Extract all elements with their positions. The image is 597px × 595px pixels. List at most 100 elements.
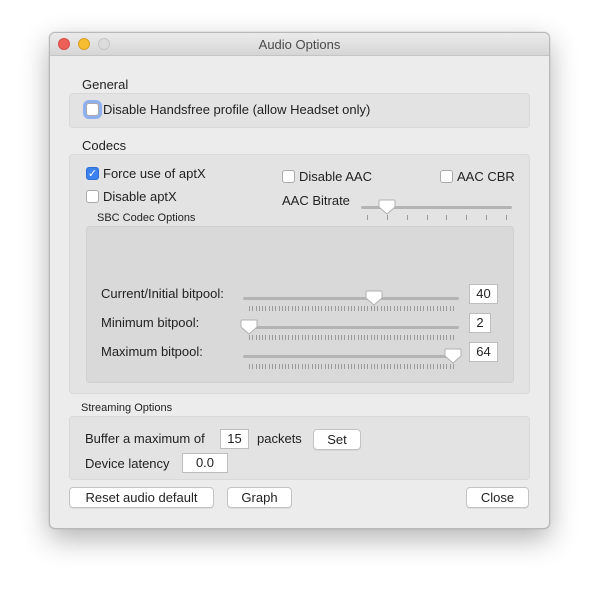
sbc-section-label: SBC Codec Options (97, 212, 196, 224)
slider-tick (311, 364, 313, 369)
slider-tick (331, 306, 333, 311)
slider-tick (272, 364, 274, 369)
slider-tick (268, 364, 270, 369)
aac-bitrate-label: AAC Bitrate (282, 193, 350, 208)
slider-tick (374, 364, 376, 369)
slider-track (243, 355, 459, 358)
slider-tick (347, 364, 349, 369)
slider-tick (324, 364, 326, 369)
slider-tick (285, 364, 287, 369)
bitpool-value-field[interactable]: 40 (469, 284, 498, 304)
disable-aptx-label: Disable aptX (103, 189, 177, 204)
bitpool-slider[interactable] (240, 319, 459, 343)
streaming-section-label: Streaming Options (81, 402, 173, 414)
slider-tick (374, 306, 376, 311)
slider-tick (354, 364, 356, 369)
slider-tick (304, 335, 306, 340)
title-bar[interactable]: Audio Options (50, 33, 549, 56)
checkbox-icon[interactable]: ✓ (86, 167, 99, 180)
slider-tick (380, 364, 382, 369)
slider-tick (423, 335, 425, 340)
slider-tick (295, 306, 297, 311)
slider-tick (327, 306, 329, 311)
slider-tick (278, 335, 280, 340)
slider-tick (295, 335, 297, 340)
bitpool-value-field[interactable]: 64 (469, 342, 498, 362)
slider-tick (258, 364, 260, 369)
slider-tick (265, 335, 267, 340)
slider-ticks (249, 335, 454, 340)
slider-tick (400, 364, 402, 369)
bitpool-value-field[interactable]: 2 (469, 313, 491, 333)
slider-tick (281, 364, 283, 369)
window-title: Audio Options (258, 37, 341, 52)
slider-tick (406, 306, 408, 311)
slider-tick (400, 335, 402, 340)
slider-tick (285, 335, 287, 340)
aac-cbr-checkbox[interactable]: AAC CBR (440, 169, 515, 184)
slider-tick (390, 306, 392, 311)
slider-tick (390, 364, 392, 369)
device-latency-field[interactable]: 0.0 (182, 453, 228, 473)
aac-bitrate-slider[interactable] (361, 199, 512, 223)
slider-tick (364, 364, 366, 369)
slider-tick (364, 306, 366, 311)
checkbox-icon[interactable] (86, 190, 99, 203)
slider-tick (466, 215, 468, 220)
force-aptx-checkbox[interactable]: ✓ Force use of aptX (86, 166, 206, 181)
bitpool-slider[interactable] (243, 290, 459, 314)
slider-tick (291, 306, 293, 311)
slider-tick (386, 215, 388, 220)
slider-tick (262, 335, 264, 340)
slider-tick (380, 306, 382, 311)
slider-tick (321, 364, 323, 369)
slider-tick (301, 335, 303, 340)
slider-tick (364, 335, 366, 340)
slider-tick (420, 364, 422, 369)
slider-ticks (249, 306, 454, 311)
reset-audio-default-button[interactable]: Reset audio default (69, 487, 214, 508)
slider-tick (262, 306, 264, 311)
slider-tick (406, 215, 408, 220)
slider-tick (426, 306, 428, 311)
slider-tick (278, 364, 280, 369)
slider-tick (354, 306, 356, 311)
slider-thumb[interactable] (378, 199, 396, 215)
set-button[interactable]: Set (313, 429, 361, 450)
buffer-packets-field[interactable]: 15 (220, 429, 249, 449)
disable-aptx-checkbox[interactable]: Disable aptX (86, 189, 177, 204)
slider-tick (433, 306, 435, 311)
slider-tick (249, 364, 250, 369)
slider-tick (291, 364, 293, 369)
checkbox-icon[interactable] (282, 170, 295, 183)
slider-tick (318, 364, 320, 369)
slider-tick (331, 364, 333, 369)
graph-button[interactable]: Graph (227, 487, 292, 508)
slider-thumb[interactable] (365, 290, 383, 306)
disable-handsfree-label: Disable Handsfree profile (allow Headset… (103, 102, 371, 117)
slider-tick (341, 335, 343, 340)
slider-thumb[interactable] (240, 319, 258, 335)
slider-tick (327, 364, 329, 369)
aac-cbr-label: AAC CBR (457, 169, 515, 184)
slider-tick (344, 364, 346, 369)
slider-tick (337, 335, 339, 340)
slider-tick (446, 335, 448, 340)
slider-tick (429, 335, 431, 340)
slider-tick (383, 335, 385, 340)
slider-tick (453, 364, 454, 369)
checkbox-icon[interactable] (86, 103, 99, 116)
slider-tick (324, 306, 326, 311)
disable-handsfree-checkbox[interactable]: Disable Handsfree profile (allow Headset… (86, 102, 370, 117)
disable-aac-checkbox[interactable]: Disable AAC (282, 169, 372, 184)
slider-tick (268, 335, 270, 340)
slider-tick (400, 306, 402, 311)
slider-tick (278, 306, 280, 311)
slider-tick (423, 364, 425, 369)
bitpool-slider[interactable] (243, 348, 462, 372)
checkbox-icon[interactable] (440, 170, 453, 183)
close-button[interactable]: Close (466, 487, 529, 508)
slider-tick (446, 306, 448, 311)
slider-tick (281, 306, 283, 311)
slider-thumb[interactable] (444, 348, 462, 364)
